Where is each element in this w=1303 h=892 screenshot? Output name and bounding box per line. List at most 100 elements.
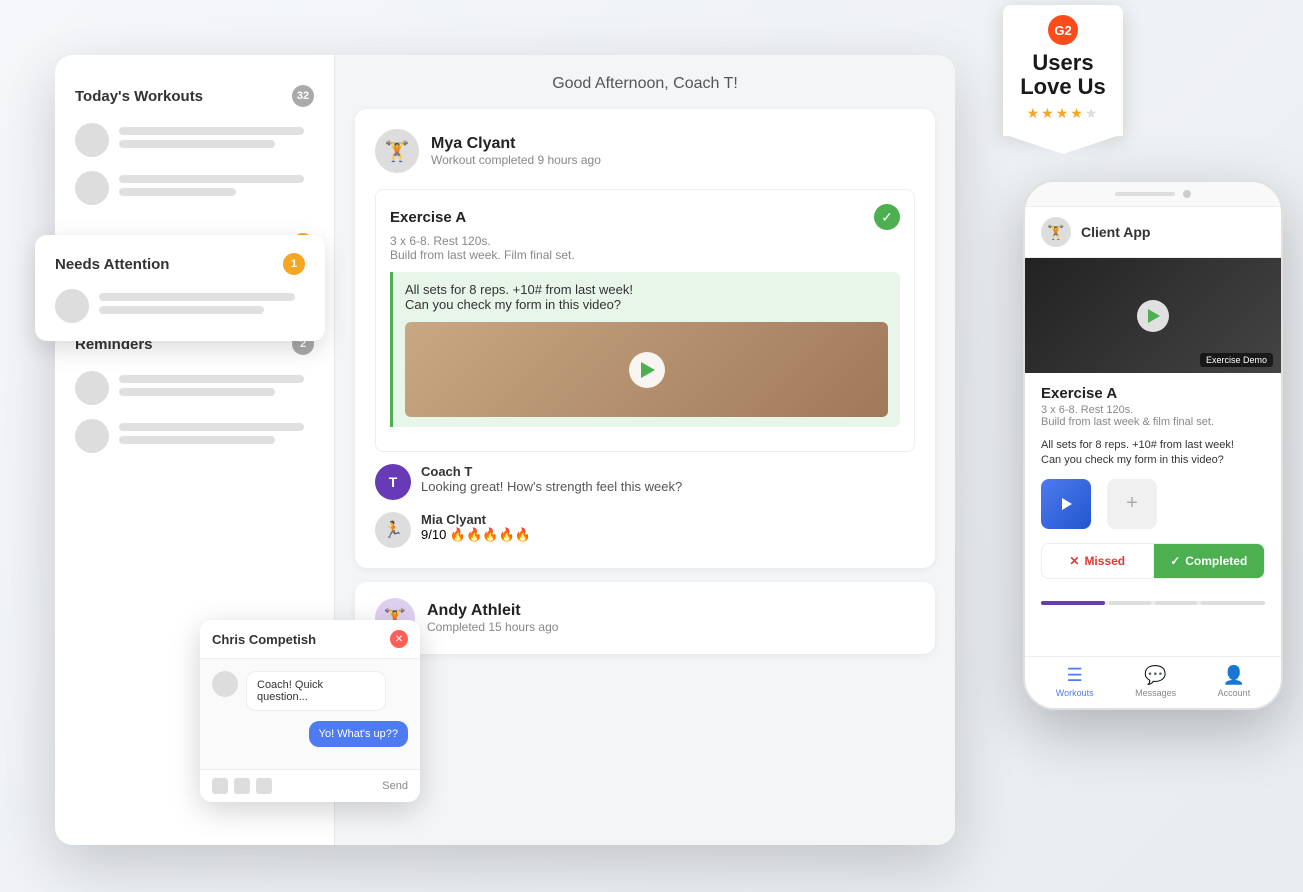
andy-name: Andy Athleit xyxy=(427,602,558,620)
phone-bottom-nav: ☰ Workouts 💬 Messages 👤 Account xyxy=(1025,656,1281,708)
g2-stars: ★★★★★ xyxy=(1017,105,1109,122)
chat-icon-3[interactable] xyxy=(256,778,272,794)
chat-user-name: Chris Competish xyxy=(212,632,316,647)
reminder-avatar-1 xyxy=(75,371,109,405)
progress-seg-4 xyxy=(1201,601,1265,605)
account-nav-label: Account xyxy=(1218,688,1251,698)
phone-thumbs-row: + xyxy=(1041,479,1265,529)
reminder-name-2 xyxy=(119,423,304,431)
exercise-a-section: Exercise A ✓ 3 x 6-8. Rest 120s. Build f… xyxy=(375,189,915,452)
phone-exercise-detail: 3 x 6-8. Rest 120s. Build from last week… xyxy=(1041,404,1265,428)
progress-seg-1 xyxy=(1041,601,1105,605)
mya-client-header: 🏋️ Mya Clyant Workout completed 9 hours … xyxy=(375,129,915,173)
na-detail-line xyxy=(99,306,264,314)
todays-workouts-header: Today's Workouts 32 xyxy=(75,85,314,107)
andy-workout-card: 🏋 Andy Athleit Completed 15 hours ago xyxy=(355,582,935,654)
mya-avatar: 🏋️ xyxy=(375,129,419,173)
main-content: Good Afternoon, Coach T! 🏋️ Mya Clyant W… xyxy=(335,55,955,845)
phone-top-bar xyxy=(1025,182,1281,207)
phone-notch xyxy=(1115,192,1175,196)
small-play-icon xyxy=(1062,498,1072,510)
chat-footer: Send xyxy=(200,769,420,802)
progress-seg-3 xyxy=(1155,601,1197,605)
coach-response: T Coach T Looking great! How's strength … xyxy=(375,464,915,500)
andy-info: Andy Athleit Completed 15 hours ago xyxy=(427,602,558,634)
phone-video-area[interactable]: Exercise Demo xyxy=(1025,258,1281,373)
na-name-line xyxy=(99,293,295,301)
account-nav-icon: 👤 xyxy=(1223,665,1245,686)
chat-send-button[interactable]: Send xyxy=(382,780,408,792)
reminder-avatar-2 xyxy=(75,419,109,453)
reminder-item-2[interactable] xyxy=(75,419,314,453)
phone-play-icon xyxy=(1148,309,1160,323)
phone-nav-messages[interactable]: 💬 Messages xyxy=(1135,665,1176,698)
sidebar-client-item-2[interactable] xyxy=(75,171,314,205)
client-avatar-2 xyxy=(75,171,109,205)
g2-logo: G2 xyxy=(1048,15,1078,45)
chat-bubble-received: Coach! Quick question... xyxy=(246,671,386,711)
mya-info: Mya Clyant Workout completed 9 hours ago xyxy=(431,135,601,167)
reminder-detail-2 xyxy=(119,436,275,444)
phone-container: 🏋️ Client App Exercise Demo Exercise A 3… xyxy=(1023,180,1283,710)
phone-client-message: All sets for 8 reps. +10# from last week… xyxy=(1041,438,1265,469)
todays-workouts-section: Today's Workouts 32 xyxy=(75,85,314,205)
reminder-text-2 xyxy=(119,423,314,449)
client-feedback-info: Mia Clyant 9/10 🔥🔥🔥🔥🔥 xyxy=(421,512,531,543)
mya-status: Workout completed 9 hours ago xyxy=(431,153,601,167)
na-client-text xyxy=(99,293,305,319)
phone-add-thumb[interactable]: + xyxy=(1107,479,1157,529)
g2-title: Users Love Us xyxy=(1017,51,1109,99)
phone-missed-button[interactable]: ✕ Missed xyxy=(1042,544,1154,578)
workouts-nav-icon: ☰ xyxy=(1067,665,1083,686)
chat-close-button[interactable]: ✕ xyxy=(390,630,408,648)
chat-body: Coach! Quick question... Yo! What's up?? xyxy=(200,659,420,769)
client-name-line xyxy=(119,127,304,135)
andy-status: Completed 15 hours ago xyxy=(427,620,558,634)
phone-header-avatar: 🏋️ xyxy=(1041,217,1071,247)
reminder-item-1[interactable] xyxy=(75,371,314,405)
phone-play-button[interactable] xyxy=(1137,300,1169,332)
reminder-detail-1 xyxy=(119,388,275,396)
client-detail-line xyxy=(119,140,275,148)
phone-content: Exercise A 3 x 6-8. Rest 120s. Build fro… xyxy=(1025,373,1281,591)
chat-bubble-sent: Yo! What's up?? xyxy=(309,721,408,747)
phone-nav-workouts[interactable]: ☰ Workouts xyxy=(1056,665,1094,698)
reminder-name-1 xyxy=(119,375,304,383)
reminder-text-1 xyxy=(119,375,314,401)
exercise-detail: 3 x 6-8. Rest 120s. Build from last week… xyxy=(390,234,900,262)
reminders-section: Reminders 2 xyxy=(75,333,314,453)
play-triangle-icon xyxy=(641,362,655,378)
client-name-line-2 xyxy=(119,175,304,183)
g2-badge: G2 Users Love Us ★★★★★ xyxy=(1003,5,1123,136)
client-video-message: All sets for 8 reps. +10# from last week… xyxy=(390,272,900,427)
messages-nav-icon: 💬 xyxy=(1144,665,1166,686)
client-detail-line-2 xyxy=(119,188,236,196)
na-panel-title: Needs Attention xyxy=(55,256,169,273)
chat-message-received: Coach! Quick question... xyxy=(212,671,408,711)
check-icon: ✓ xyxy=(874,204,900,230)
mya-name: Mya Clyant xyxy=(431,135,601,153)
na-header: Needs Attention 1 xyxy=(55,253,305,275)
chat-icon-1[interactable] xyxy=(212,778,228,794)
chat-icons xyxy=(212,778,272,794)
todays-workouts-title: Today's Workouts xyxy=(75,88,203,105)
phone-nav-account[interactable]: 👤 Account xyxy=(1218,665,1251,698)
greeting-text: Good Afternoon, Coach T! xyxy=(355,75,935,93)
coach-response-text: Coach T Looking great! How's strength fe… xyxy=(421,464,682,494)
phone-actions: ✕ Missed ✓ Completed xyxy=(1041,543,1265,579)
na-item[interactable] xyxy=(55,289,305,323)
sidebar-client-item[interactable] xyxy=(75,123,314,157)
exercise-name: Exercise A xyxy=(390,209,466,226)
chat-icon-2[interactable] xyxy=(234,778,250,794)
video-thumbnail[interactable] xyxy=(405,322,888,417)
play-button[interactable] xyxy=(629,352,665,388)
phone-video-thumb[interactable] xyxy=(1041,479,1091,529)
progress-seg-2 xyxy=(1109,601,1151,605)
exercise-header: Exercise A ✓ xyxy=(390,204,900,230)
na-client-avatar xyxy=(55,289,89,323)
needs-attention-panel: Needs Attention 1 xyxy=(35,235,325,341)
phone-completed-button[interactable]: ✓ Completed xyxy=(1154,544,1265,578)
client-avatar xyxy=(75,123,109,157)
client-text-2 xyxy=(119,175,314,201)
phone-app-header: 🏋️ Client App xyxy=(1025,207,1281,258)
